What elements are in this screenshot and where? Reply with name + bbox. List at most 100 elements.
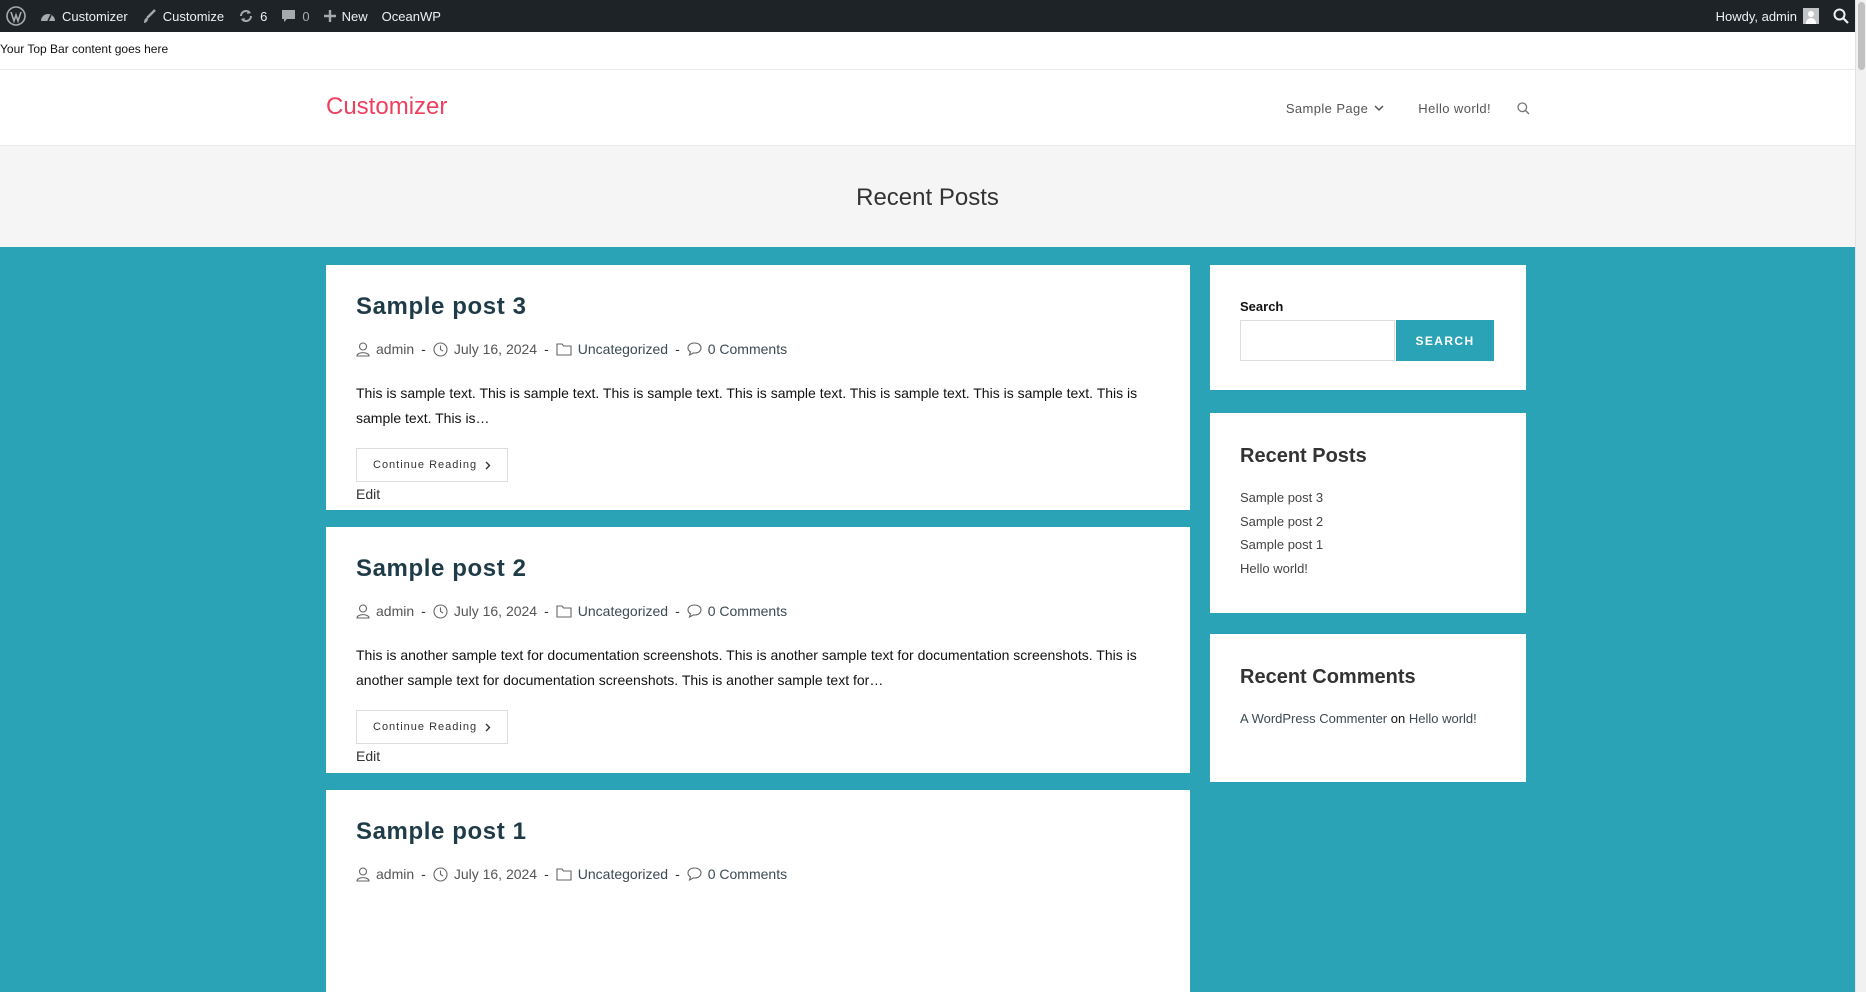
post-category[interactable]: Uncategorized xyxy=(556,866,668,882)
folder-icon xyxy=(556,604,572,618)
edit-link[interactable]: Edit xyxy=(356,486,1160,502)
admin-bar-account[interactable]: Howdy, admin xyxy=(1709,0,1826,32)
chevron-right-icon xyxy=(485,461,491,470)
post-category[interactable]: Uncategorized xyxy=(556,341,668,357)
comment-icon xyxy=(281,9,296,23)
comment-post-link[interactable]: Hello world! xyxy=(1409,711,1477,726)
continue-reading-button[interactable]: Continue Reading xyxy=(356,710,509,744)
theme-label: OceanWP xyxy=(381,8,441,24)
nav-item-sample-page[interactable]: Sample Page xyxy=(1286,101,1384,116)
recent-post-link[interactable]: Sample post 3 xyxy=(1240,490,1496,514)
post-excerpt: This is another sample text for document… xyxy=(356,647,1137,688)
blog-entry: Sample post 1 admin - July 16, 2024 - Un… xyxy=(326,790,1190,992)
header-search-toggle[interactable] xyxy=(1517,102,1530,115)
top-bar-text: Your Top Bar content goes here xyxy=(0,42,169,56)
post-comments[interactable]: 0 Comments xyxy=(687,866,787,882)
comments-link: 0 Comments xyxy=(707,341,788,357)
admin-bar-comments[interactable]: 0 xyxy=(274,0,316,32)
scrollbar[interactable] xyxy=(1855,0,1866,992)
customize-label: Customize xyxy=(162,8,225,24)
blog-entry: Sample post 2 admin - July 16, 2024 - Un… xyxy=(326,527,1190,773)
user-icon xyxy=(356,341,370,357)
wordpress-logo-icon[interactable] xyxy=(0,0,33,32)
continue-reading-button[interactable]: Continue Reading xyxy=(356,448,509,482)
date-label: July 16, 2024 xyxy=(453,866,538,882)
search-icon xyxy=(1517,102,1530,115)
search-widget: Search SEARCH xyxy=(1210,265,1526,390)
post-date: July 16, 2024 xyxy=(433,603,537,619)
search-form: SEARCH xyxy=(1240,320,1496,361)
post-author[interactable]: admin xyxy=(356,341,414,357)
admin-bar-new[interactable]: New xyxy=(317,0,375,32)
post-title[interactable]: Sample post 2 xyxy=(356,555,1160,583)
blog-entry: Sample post 3 admin - July 16, 2024 - Un… xyxy=(326,265,1190,510)
new-label: New xyxy=(341,8,368,24)
post-author[interactable]: admin xyxy=(356,603,414,619)
search-label: Search xyxy=(1240,299,1284,314)
avatar xyxy=(1803,8,1819,24)
chevron-right-icon xyxy=(485,723,491,732)
plus-icon xyxy=(323,10,336,22)
widget-title: Recent Posts xyxy=(1240,445,1367,467)
date-label: July 16, 2024 xyxy=(453,341,538,357)
clock-icon xyxy=(433,341,448,357)
post-excerpt: This is sample text. This is sample text… xyxy=(356,385,1138,426)
admin-bar-site-name[interactable]: Customizer xyxy=(33,0,135,32)
category-link: Uncategorized xyxy=(577,866,669,882)
chevron-down-icon xyxy=(1374,105,1384,112)
admin-bar-customize[interactable]: Customize xyxy=(135,0,231,32)
comments-link: 0 Comments xyxy=(707,866,788,882)
comment-icon xyxy=(687,342,702,356)
scrollbar-thumb[interactable] xyxy=(1858,2,1865,70)
recent-posts-widget: Recent Posts Sample post 3 Sample post 2… xyxy=(1210,413,1526,613)
post-category[interactable]: Uncategorized xyxy=(556,603,668,619)
search-button[interactable]: SEARCH xyxy=(1396,320,1494,361)
post-meta: admin - July 16, 2024 - Uncategorized - … xyxy=(356,341,1160,357)
post-date: July 16, 2024 xyxy=(433,341,537,357)
post-comments[interactable]: 0 Comments xyxy=(687,603,787,619)
main-menu: Sample Page Hello world! xyxy=(1252,71,1530,146)
comment-author-link[interactable]: A WordPress Commenter xyxy=(1240,711,1387,726)
edit-link[interactable]: Edit xyxy=(356,748,1160,764)
category-link: Uncategorized xyxy=(577,603,669,619)
recent-post-link[interactable]: Hello world! xyxy=(1240,561,1496,585)
recent-comment-item: A WordPress Commenter on Hello world! xyxy=(1240,711,1496,726)
admin-bar-theme[interactable]: OceanWP xyxy=(375,0,448,32)
page-title: Recent Posts xyxy=(856,184,999,211)
site-name-label: Customizer xyxy=(62,8,128,24)
category-link: Uncategorized xyxy=(577,341,669,357)
post-title[interactable]: Sample post 3 xyxy=(356,293,1160,321)
comments-link: 0 Comments xyxy=(707,603,788,619)
search-input[interactable] xyxy=(1240,320,1395,361)
admin-bar-updates[interactable]: 6 xyxy=(231,0,274,32)
post-meta: admin - July 16, 2024 - Uncategorized - … xyxy=(356,603,1160,619)
post-author[interactable]: admin xyxy=(356,866,414,882)
clock-icon xyxy=(433,866,448,882)
nav-item-label: Hello world! xyxy=(1418,101,1491,116)
recent-post-link[interactable]: Sample post 1 xyxy=(1240,537,1496,561)
comment-icon xyxy=(687,604,702,618)
nav-item-label: Sample Page xyxy=(1285,101,1369,116)
top-bar: Your Top Bar content goes here xyxy=(0,32,1855,70)
user-icon xyxy=(356,866,370,882)
site-header: Customizer Sample Page Hello world! xyxy=(0,71,1855,146)
brush-icon xyxy=(142,8,157,24)
recent-comments-widget: Recent Comments A WordPress Commenter on… xyxy=(1210,634,1526,782)
recent-post-link[interactable]: Sample post 2 xyxy=(1240,514,1496,538)
widget-title: Recent Comments xyxy=(1240,666,1416,688)
howdy-label: Howdy, admin xyxy=(1715,8,1797,24)
dashboard-icon xyxy=(40,9,56,23)
post-comments[interactable]: 0 Comments xyxy=(687,341,787,357)
admin-bar-search[interactable] xyxy=(1826,0,1855,32)
author-name: admin xyxy=(376,866,415,882)
folder-icon xyxy=(556,342,572,356)
nav-item-hello-world[interactable]: Hello world! xyxy=(1418,101,1491,116)
site-logo[interactable]: Customizer xyxy=(326,93,447,121)
post-title[interactable]: Sample post 1 xyxy=(356,818,1160,846)
date-label: July 16, 2024 xyxy=(453,603,538,619)
comment-icon xyxy=(687,867,702,881)
author-name: admin xyxy=(376,341,415,357)
updates-count: 6 xyxy=(260,8,268,24)
folder-icon xyxy=(556,867,572,881)
post-meta: admin - July 16, 2024 - Uncategorized - … xyxy=(356,866,1160,882)
